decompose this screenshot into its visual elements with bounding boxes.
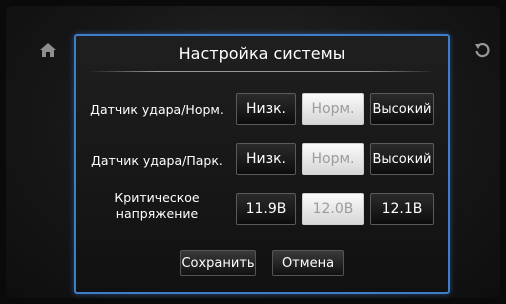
- shock-normal-high-button[interactable]: Высокий: [370, 93, 434, 125]
- critical-voltage-label-line2: напряжение: [115, 206, 199, 221]
- shock-parking-high-button[interactable]: Высокий: [370, 143, 434, 175]
- system-settings-dialog: Настройка системы Датчик удара/Норм. Низ…: [74, 34, 450, 294]
- shock-sensor-normal-label: Датчик удара/Норм.: [90, 102, 224, 117]
- save-button[interactable]: Сохранить: [180, 250, 256, 276]
- shock-normal-low-button[interactable]: Низк.: [236, 93, 296, 125]
- critical-voltage-label: Критическое напряжение: [82, 190, 232, 222]
- voltage-12-0-button[interactable]: 12.0В: [302, 193, 364, 225]
- screen: Настройка системы Датчик удара/Норм. Низ…: [6, 6, 500, 298]
- refresh-back-icon[interactable]: [470, 38, 494, 62]
- voltage-12-1-button[interactable]: 12.1В: [370, 193, 434, 225]
- home-icon[interactable]: [36, 38, 60, 62]
- cancel-button[interactable]: Отмена: [272, 250, 344, 276]
- critical-voltage-label-line1: Критическое: [114, 190, 200, 205]
- voltage-11-9-button[interactable]: 11.9В: [236, 193, 296, 225]
- shock-normal-normal-button[interactable]: Норм.: [302, 93, 364, 125]
- dialog-title: Настройка системы: [178, 44, 346, 63]
- title-divider: [88, 71, 436, 72]
- shock-parking-normal-button[interactable]: Норм.: [302, 143, 364, 175]
- shock-parking-low-button[interactable]: Низк.: [236, 143, 296, 175]
- shock-sensor-parking-label: Датчик удара/Парк.: [91, 153, 223, 168]
